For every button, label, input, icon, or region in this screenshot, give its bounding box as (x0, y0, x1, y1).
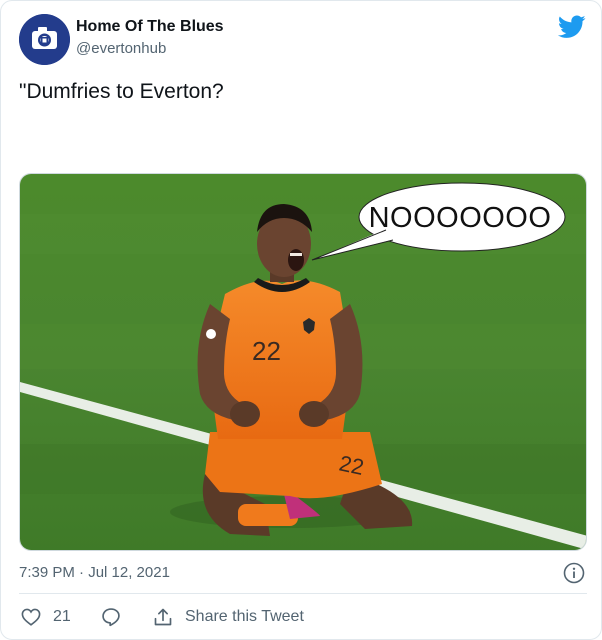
share-label: Share this Tweet (185, 608, 304, 625)
svg-text:22: 22 (337, 450, 366, 480)
share-arrow-icon (154, 608, 172, 626)
author-handle[interactable]: @evertonhub (76, 40, 166, 57)
info-icon[interactable] (563, 562, 585, 584)
reply-bubble-icon (102, 608, 120, 627)
reply-button[interactable] (101, 605, 121, 629)
tweet-media-image[interactable]: 22 22 NOOOOOOO (19, 173, 587, 551)
tweet-text: "Dumfries to Everton? (19, 80, 224, 103)
speech-bubble-text: NOOOOOOO (368, 202, 552, 234)
tweet-card: Home Of The Blues @evertonhub "Dumfries … (0, 0, 602, 640)
like-count: 21 (53, 608, 71, 625)
heart-icon (21, 608, 41, 626)
jersey-number: 22 (252, 336, 281, 366)
twitter-bird-icon[interactable] (557, 15, 586, 39)
avatar[interactable] (19, 14, 70, 65)
camera-logo-icon (19, 14, 70, 65)
share-button[interactable]: Share this Tweet (153, 605, 304, 629)
divider (19, 593, 587, 594)
like-button[interactable]: 21 (21, 605, 71, 629)
author-display-name[interactable]: Home Of The Blues (76, 18, 224, 36)
tweet-timestamp[interactable]: 7:39 PM · Jul 12, 2021 (19, 564, 170, 581)
